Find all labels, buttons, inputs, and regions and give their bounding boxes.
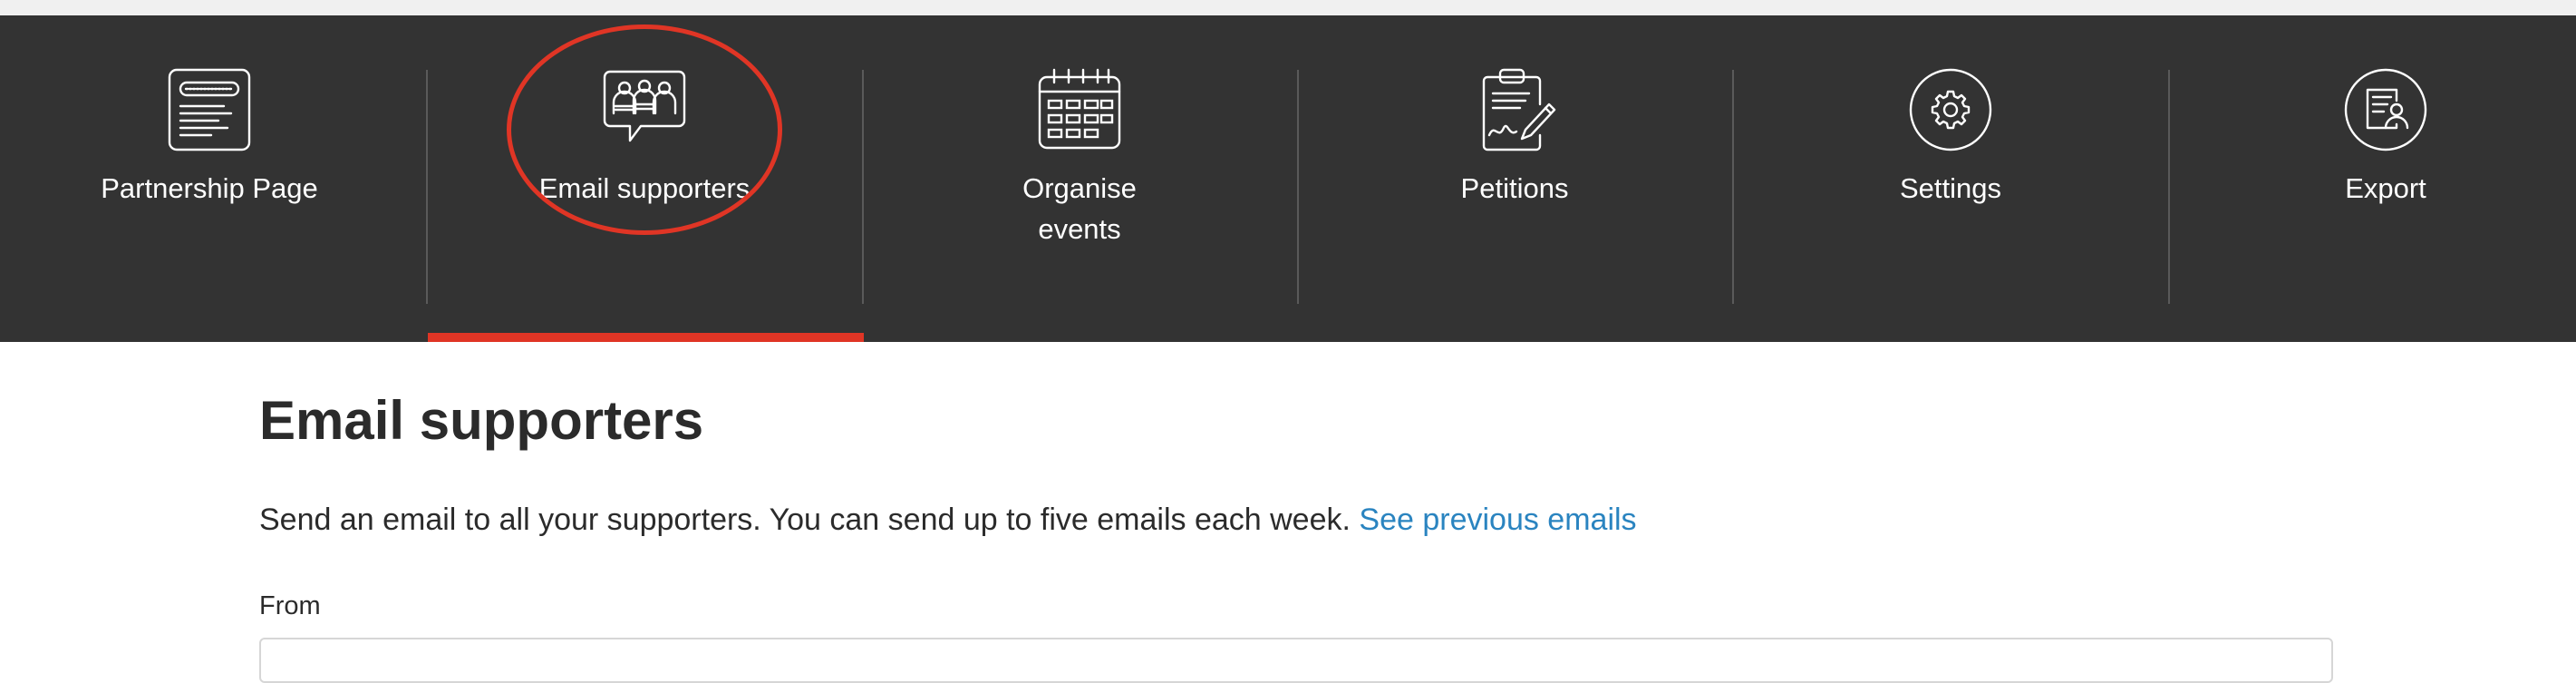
section-nav-bar: Partnership Page Email supporters Organi… xyxy=(0,15,2576,342)
calendar-icon xyxy=(1038,68,1121,150)
nav-label-export: Export xyxy=(2345,172,2426,204)
nav-item-settings[interactable]: Settings xyxy=(1733,15,2168,342)
nav-item-partnership-page[interactable]: Partnership Page xyxy=(0,15,427,342)
from-field[interactable] xyxy=(259,638,2333,683)
see-previous-emails-link[interactable]: See previous emails xyxy=(1359,502,1636,537)
nav-item-email-supporters[interactable]: Email supporters xyxy=(427,15,862,342)
nav-item-export[interactable]: Export xyxy=(2168,15,2576,342)
nav-item-petitions[interactable]: Petitions xyxy=(1297,15,1732,342)
nav-label-petitions: Petitions xyxy=(1460,172,1569,204)
export-icon xyxy=(2344,68,2427,151)
from-label: From xyxy=(259,591,321,620)
nav-item-organise-events[interactable]: Organise events xyxy=(862,15,1297,342)
page-title: Email supporters xyxy=(259,390,704,451)
gear-icon xyxy=(1909,68,1992,151)
nav-label-email-supporters: Email supporters xyxy=(538,172,751,204)
petition-clipboard-icon xyxy=(1482,68,1556,151)
nav-label-settings: Settings xyxy=(1899,172,2001,204)
nav-label-partnership-page: Partnership Page xyxy=(101,172,318,204)
intro-text: Send an email to all your supporters. Yo… xyxy=(259,499,1637,541)
intro-sentence: Send an email to all your supporters. Yo… xyxy=(259,502,1360,537)
email-supporters-icon xyxy=(603,70,686,142)
browser-top-strip xyxy=(0,0,2576,15)
active-tab-indicator xyxy=(428,333,864,342)
partnership-page-icon xyxy=(168,68,251,151)
nav-label-organise-events: Organise events xyxy=(1022,172,1137,245)
